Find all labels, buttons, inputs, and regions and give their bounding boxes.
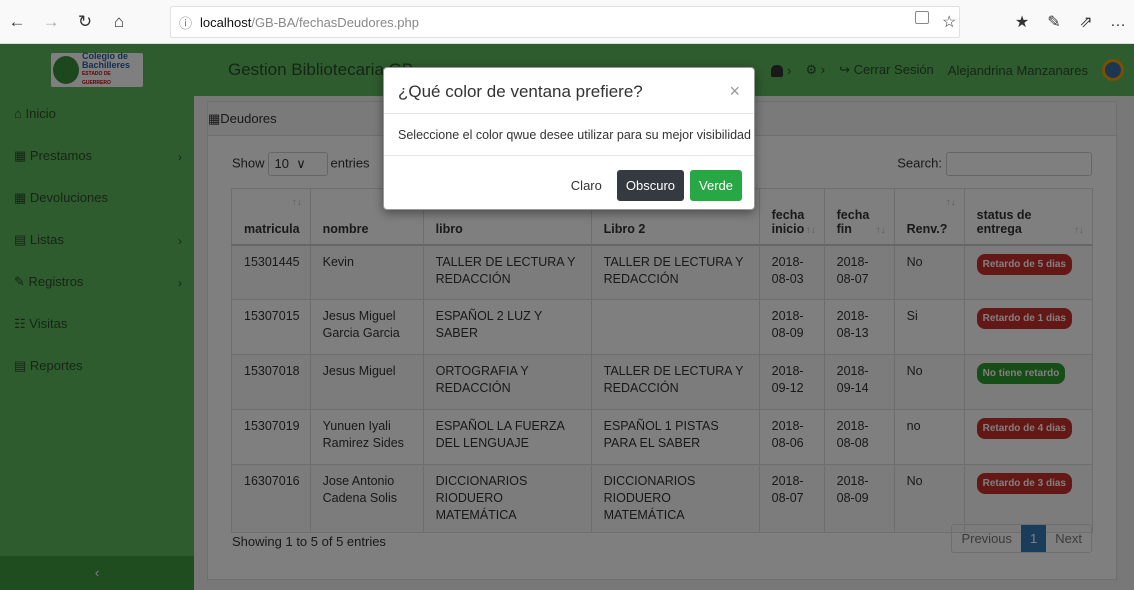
info-icon[interactable]: ⓘ bbox=[179, 13, 192, 32]
modal-body: Seleccione el color qwue desee utilizar … bbox=[384, 114, 754, 156]
browser-toolbar: ← → ↻ ⌂ ⓘ localhost/GB-BA/fechasDeudores… bbox=[0, 0, 1134, 44]
more-icon[interactable]: … bbox=[1102, 13, 1134, 31]
close-icon[interactable]: × bbox=[729, 81, 740, 102]
url-host: localhost bbox=[200, 14, 252, 30]
home-icon[interactable]: ⌂ bbox=[102, 12, 136, 32]
reload-icon[interactable]: ↻ bbox=[68, 12, 102, 32]
color-modal: ¿Qué color de ventana prefiere? × Selecci… bbox=[383, 67, 755, 210]
back-icon[interactable]: ← bbox=[0, 12, 34, 32]
pen-icon[interactable]: ✎ bbox=[1038, 12, 1070, 32]
verde-button[interactable]: Verde bbox=[690, 170, 742, 201]
url-path: /GB-BA/fechasDeudores.php bbox=[251, 14, 419, 30]
favorites-icon[interactable]: ★ bbox=[1006, 12, 1038, 32]
share-icon[interactable]: ⇗ bbox=[1070, 12, 1102, 32]
modal-title: ¿Qué color de ventana prefiere? bbox=[398, 82, 643, 101]
forward-icon[interactable]: → bbox=[34, 12, 68, 32]
reading-view-icon[interactable] bbox=[915, 11, 929, 24]
claro-button[interactable]: Claro bbox=[561, 170, 611, 201]
obscuro-button[interactable]: Obscuro bbox=[616, 170, 685, 201]
bookmark-star-icon[interactable]: ☆ bbox=[942, 12, 956, 32]
address-bar[interactable]: ⓘ localhost/GB-BA/fechasDeudores.php bbox=[170, 6, 960, 38]
